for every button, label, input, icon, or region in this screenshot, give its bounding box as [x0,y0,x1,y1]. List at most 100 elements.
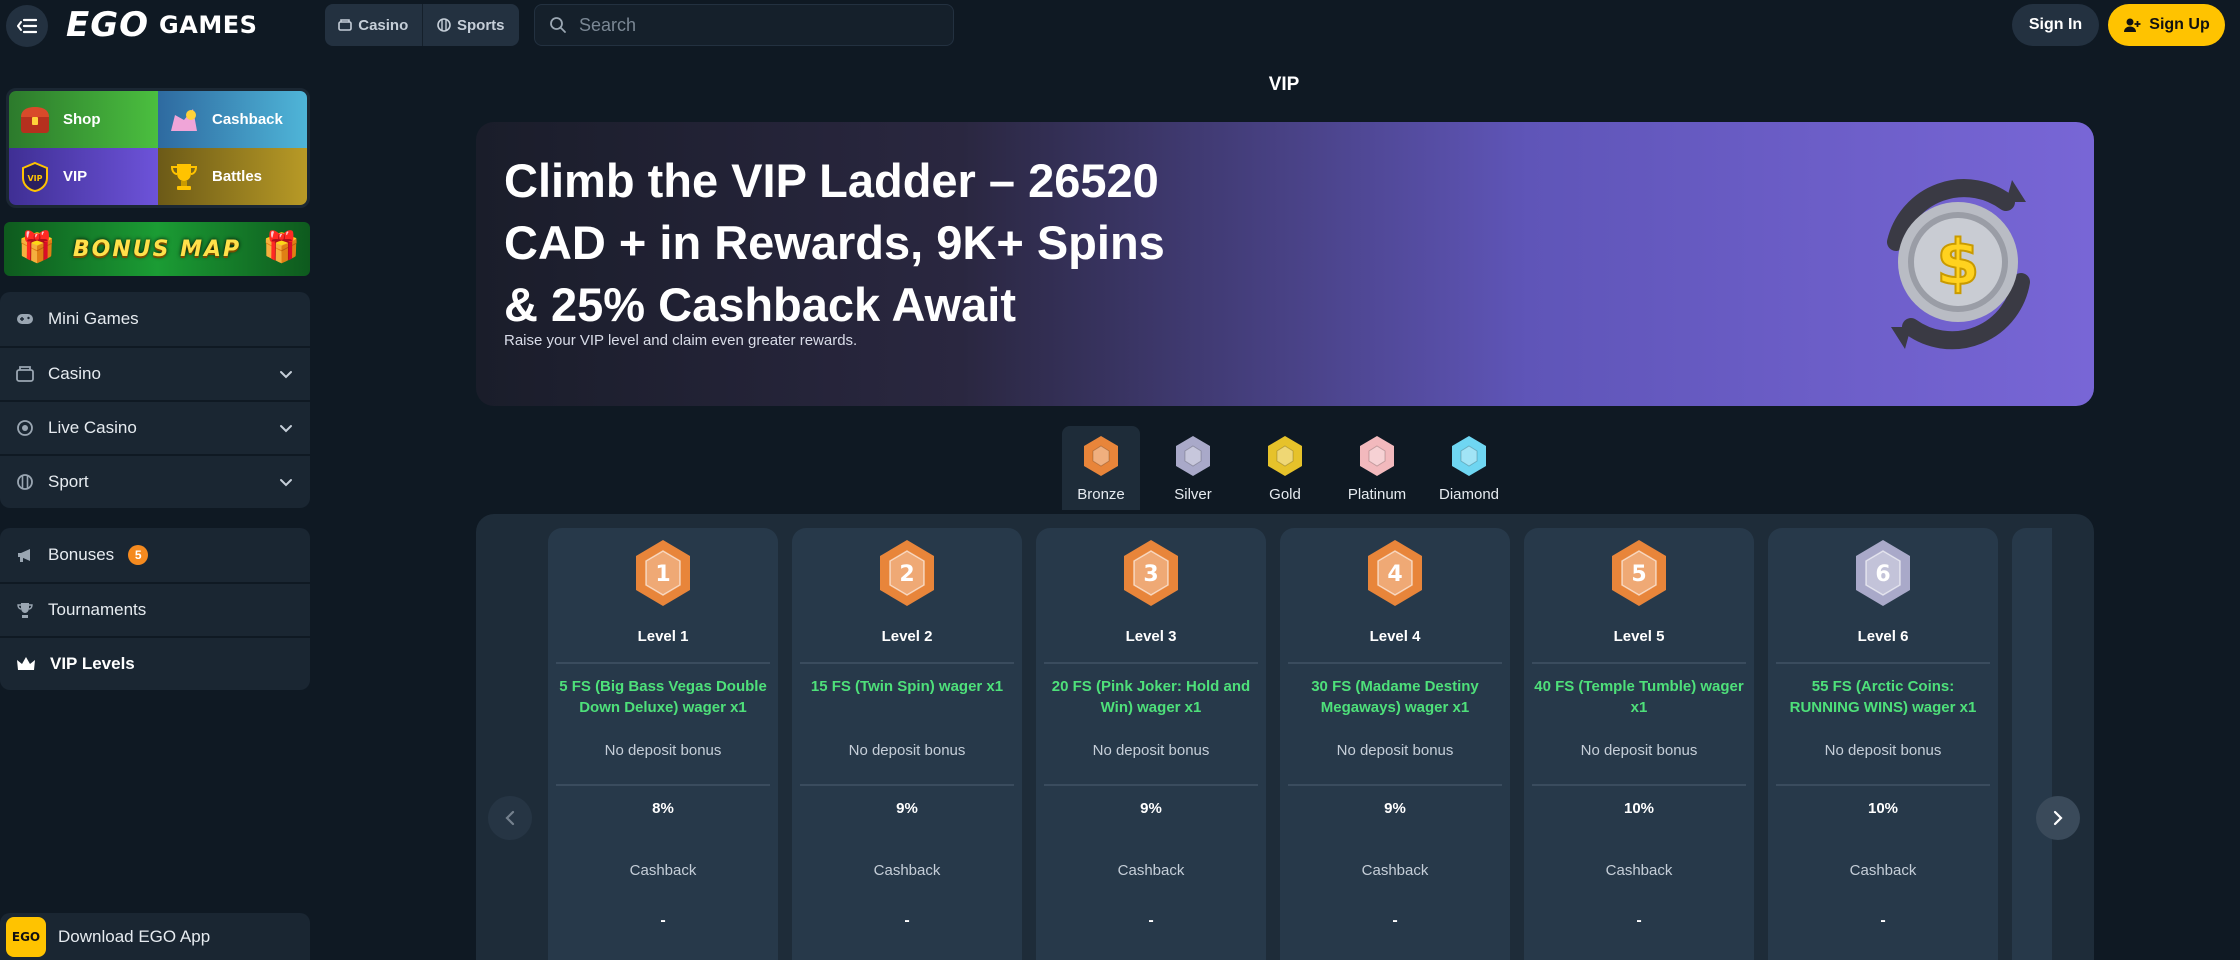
search-input[interactable]: Search [579,15,636,36]
category-casino-button[interactable]: Casino [325,4,422,46]
sidebar-item-label: VIP Levels [50,654,135,673]
page-title: VIP [1268,74,1300,95]
top-header: EGO GAMES Casino Sports Search Sign In S… [0,0,2240,50]
ego-app-logo-icon: EGO [6,916,46,957]
tier-tab-label: Gold [1269,486,1301,503]
crown-icon [17,657,35,670]
sidebar-item-tournaments[interactable]: Tournaments [0,582,310,636]
trophy-icon [17,603,33,618]
search-icon [550,17,566,33]
card-divider [1288,784,1502,786]
level-name: Level 4 [1369,628,1421,645]
sports-ball-icon [437,18,451,32]
level-cashback-label: Cashback [1361,862,1429,879]
add-user-icon [2124,18,2141,32]
card-divider [1532,784,1746,786]
promo-tile-label: VIP [63,168,88,185]
sign-in-button[interactable]: Sign In [2012,4,2099,46]
sidebar-item-label: Mini Games [48,309,139,328]
tier-tab-platinum[interactable]: Platinum [1338,426,1416,510]
promo-tile-vip[interactable]: VIP VIP [9,148,158,205]
level-cashback-label: Cashback [1117,862,1185,879]
sidebar-item-label: Live Casino [48,418,137,437]
tier-gem-icon [1084,436,1118,476]
sidebar-item-live-casino[interactable]: Live Casino [0,400,310,454]
promo-tile-shop[interactable]: Shop [9,91,158,148]
svg-text:$: $ [1936,226,1979,299]
sidebar-item-sport[interactable]: Sport [0,454,310,508]
tier-tab-silver[interactable]: Silver [1154,426,1232,510]
vip-hero-banner: Climb the VIP Ladder – 26520 CAD + in Re… [476,122,2094,406]
level-cashback-value: 9% [1384,800,1406,817]
level-badge-icon: 1 [636,540,690,606]
sidebar-main-nav: Mini Games Casino Live Casino Sport [0,292,310,508]
sidebar-item-vip-levels[interactable]: VIP Levels [0,636,310,690]
level-card: 5 Level 5 40 FS (Temple Tumble) wager x1 No… [1524,528,1754,960]
bonus-map-banner[interactable]: 🎁 BONUS MAP 🎁 [4,222,310,276]
tier-gem-icon [1268,436,1302,476]
promo-tile-battles[interactable]: Battles [158,148,307,205]
sign-up-label: Sign Up [2149,16,2210,33]
card-divider [800,662,1014,664]
carousel-next-button[interactable] [2036,796,2080,840]
cashback-icon [166,102,202,138]
level-card: 3 Level 3 20 FS (Pink Joker: Hold and Win)… [1036,528,1266,960]
level-reward: 15 FS (Twin Spin) wager x1 [810,678,1004,695]
svg-text:VIP: VIP [27,174,42,183]
sidebar-item-label: Tournaments [48,600,147,619]
chevron-down-icon[interactable] [278,474,294,490]
megaphone-icon [18,549,30,562]
level-badge-icon: 2 [880,540,934,606]
promo-tile-label: Shop [63,111,101,128]
tier-tab-gold[interactable]: Gold [1246,426,1324,510]
chevron-left-icon [505,810,515,826]
level-cashback-label: Cashback [873,862,941,879]
level-cashback-value: 10% [1623,800,1655,817]
level-name: Level 3 [1125,628,1177,645]
gift-icon: 🎁 [18,231,56,264]
vip-levels-panel: 1 Level 1 5 FS (Big Bass Vegas Double Down… [476,514,2094,960]
level-name: Level 5 [1613,628,1665,645]
card-divider [556,662,770,664]
level-name: Level 2 [881,628,933,645]
sidebar-item-mini-games[interactable]: Mini Games [0,292,310,346]
sign-up-button[interactable]: Sign Up [2108,4,2225,46]
chevron-down-icon[interactable] [278,420,294,436]
level-cashback-value: 10% [1867,800,1899,817]
dollar-coin-icon: $ [1887,179,2030,350]
sidebar-item-casino[interactable]: Casino [0,346,310,400]
card-divider [1044,784,1258,786]
tier-tab-diamond[interactable]: Diamond [1430,426,1508,510]
bonus-map-label: BONUS MAP [72,236,242,262]
tier-tab-bronze[interactable]: Bronze [1062,426,1140,510]
card-divider [800,784,1014,786]
chevron-down-icon[interactable] [278,366,294,382]
level-extra-value: - [1636,912,1642,929]
download-app-button[interactable]: EGO Download EGO App [0,913,310,960]
level-extra-value: - [1392,912,1398,929]
card-divider [556,784,770,786]
card-divider [1044,662,1258,664]
category-sports-label: Sports [456,16,505,34]
level-bonus-type: No deposit bonus [1092,742,1210,759]
tier-tab-label: Platinum [1347,486,1407,503]
category-sports-button[interactable]: Sports [421,4,520,46]
level-extra-value: - [660,912,666,929]
trophy-icon [166,159,202,195]
level-badge-icon: 5 [1612,540,1666,606]
sidebar-item-bonuses[interactable]: Bonuses 5 [0,528,310,582]
search-bar[interactable]: Search [534,4,954,46]
category-switch: Casino Sports [325,4,519,46]
level-number: 1 [655,562,670,587]
site-logo[interactable]: EGO GAMES [66,5,257,45]
vip-tier-tabs: Bronze Silver Gold Platinum Diamond [1062,426,1522,510]
promo-tile-label: Cashback [212,111,283,128]
gamepad-icon [17,314,33,324]
carousel-prev-button[interactable] [488,796,532,840]
sidebar-toggle-button[interactable] [6,5,48,47]
sidebar-item-label: Casino [48,364,101,383]
level-badge-icon: 6 [1856,540,1910,606]
level-bonus-type: No deposit bonus [848,742,966,759]
promo-tile-cashback[interactable]: Cashback [158,91,307,148]
level-number: 3 [1143,562,1158,587]
